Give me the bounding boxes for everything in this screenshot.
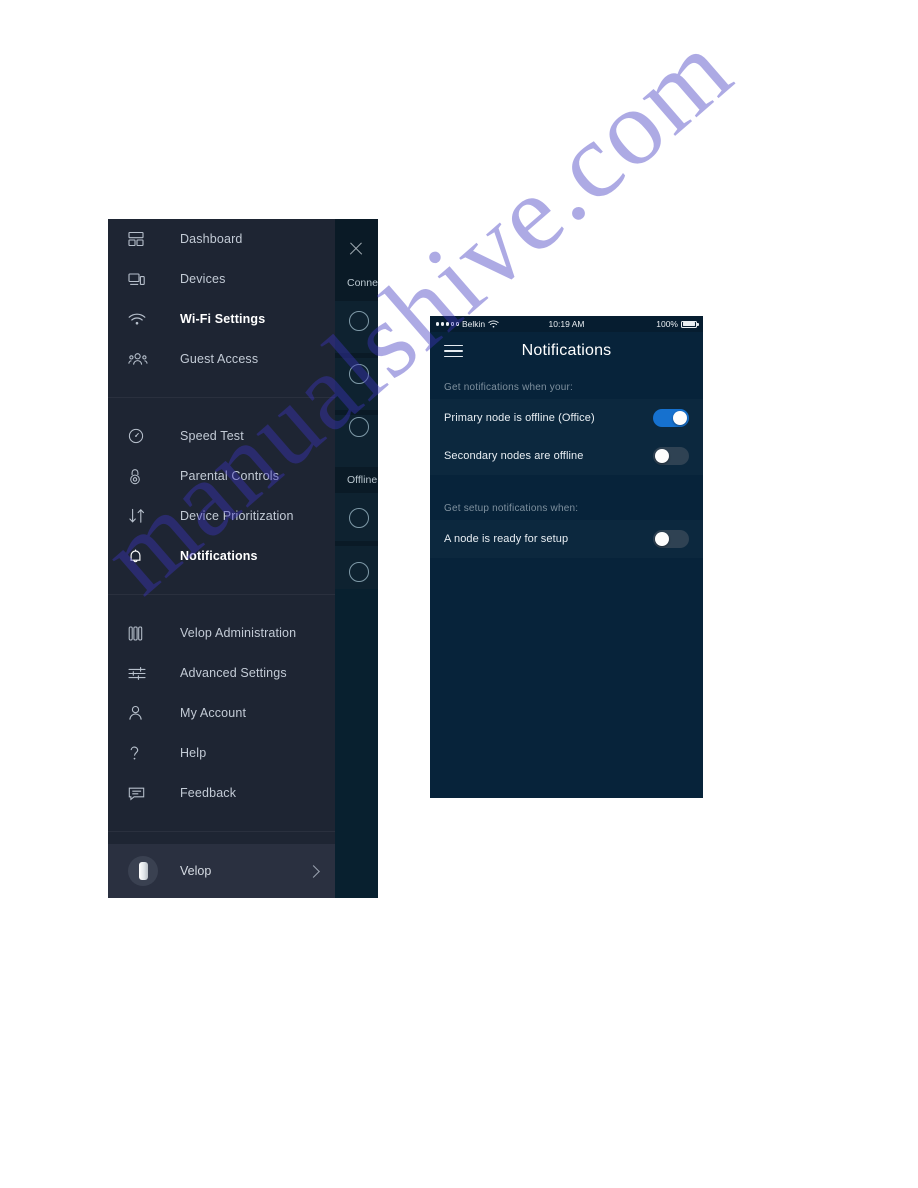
menu-item-guest-access[interactable]: Guest Access — [108, 339, 336, 379]
connected-section-label: Conne — [347, 277, 378, 289]
menu-item-label: Advanced Settings — [180, 666, 287, 680]
phone-screenshot: Belkin 10:19 AM 100% Notifications Get n… — [430, 316, 703, 798]
menu-item-help[interactable]: Help — [108, 733, 336, 773]
pref-label: Primary node is offline (Office) — [444, 412, 595, 424]
menu-item-my-account[interactable]: My Account — [108, 693, 336, 733]
menu-group-spacer — [108, 398, 336, 416]
pref-label: Secondary nodes are offline — [444, 450, 584, 462]
menu-item-label: Wi-Fi Settings — [180, 312, 266, 326]
menu-list: Dashboard Devices Wi-Fi Settings Guest A… — [108, 219, 336, 890]
page-title: Notifications — [521, 342, 612, 359]
speedometer-icon — [128, 425, 154, 447]
drawer-footer-label: Velop — [180, 864, 212, 878]
menu-group-spacer — [108, 595, 336, 613]
menu-item-devices[interactable]: Devices — [108, 259, 336, 299]
menu-item-label: Help — [180, 746, 207, 760]
menu-item-label: Devices — [180, 272, 226, 286]
velop-node-avatar — [128, 856, 158, 886]
menu-item-label: Guest Access — [180, 352, 259, 366]
navigation-drawer: Dashboard Devices Wi-Fi Settings Guest A… — [108, 219, 336, 898]
menu-item-label: Velop Administration — [180, 626, 297, 640]
toggle-secondary-nodes-offline[interactable] — [653, 447, 689, 465]
background-panel-partial: Conne Offline — [335, 219, 378, 898]
dashboard-grid-icon — [128, 228, 154, 250]
menu-item-speed-test[interactable]: Speed Test — [108, 416, 336, 456]
menu-item-parental-controls[interactable]: Parental Controls — [108, 456, 336, 496]
menu-item-label: Feedback — [180, 786, 237, 800]
battery-full-icon — [681, 320, 699, 328]
menu-item-label: Speed Test — [180, 429, 244, 443]
menu-item-label: Device Prioritization — [180, 509, 294, 523]
pref-row-node-ready-for-setup[interactable]: A node is ready for setup — [430, 520, 703, 558]
sliders-icon — [128, 662, 154, 684]
section-heading-setup-notifications: Get setup notifications when: — [444, 503, 579, 514]
menu-item-label: Dashboard — [180, 232, 243, 246]
pref-row-secondary-nodes-offline[interactable]: Secondary nodes are offline — [430, 437, 703, 475]
speech-bubble-icon — [128, 782, 154, 804]
bell-icon — [128, 545, 154, 567]
menu-item-label: Parental Controls — [180, 469, 280, 483]
close-x-icon[interactable] — [348, 241, 364, 257]
menu-group-spacer — [108, 379, 336, 397]
menu-item-label: Notifications — [180, 549, 258, 563]
chevron-right-icon — [307, 864, 320, 878]
pref-label: A node is ready for setup — [444, 533, 569, 545]
drawer-footer-velop[interactable]: Velop — [108, 844, 336, 898]
menu-group-spacer — [108, 813, 336, 831]
menu-item-device-prioritization[interactable]: Device Prioritization — [108, 496, 336, 536]
menu-item-label: My Account — [180, 706, 247, 720]
menu-group-spacer — [108, 576, 336, 594]
menu-item-dashboard[interactable]: Dashboard — [108, 219, 336, 259]
menu-item-velop-administration[interactable]: Velop Administration — [108, 613, 336, 653]
lock-icon — [128, 465, 154, 487]
devices-icon — [128, 268, 154, 290]
section-heading-notifications: Get notifications when your: — [444, 382, 573, 393]
guest-users-icon — [128, 348, 154, 370]
toggle-node-ready-for-setup[interactable] — [653, 530, 689, 548]
velop-node-icon — [128, 622, 154, 644]
question-mark-icon — [128, 742, 154, 764]
wifi-icon — [128, 308, 154, 330]
status-bar: Belkin 10:19 AM 100% — [430, 316, 703, 332]
menu-item-feedback[interactable]: Feedback — [108, 773, 336, 813]
offline-section-label: Offline — [347, 474, 378, 486]
pref-row-primary-node-offline[interactable]: Primary node is offline (Office) — [430, 399, 703, 437]
menu-item-advanced-settings[interactable]: Advanced Settings — [108, 653, 336, 693]
menu-item-wifi-settings[interactable]: Wi-Fi Settings — [108, 299, 336, 339]
menu-item-notifications[interactable]: Notifications — [108, 536, 336, 576]
hamburger-menu-icon[interactable] — [444, 344, 463, 358]
phone-nav-bar: Notifications — [430, 332, 703, 370]
up-down-arrows-icon — [128, 505, 154, 527]
person-icon — [128, 702, 154, 724]
toggle-primary-node-offline[interactable] — [653, 409, 689, 427]
status-bar-time: 10:19 AM — [548, 319, 585, 329]
